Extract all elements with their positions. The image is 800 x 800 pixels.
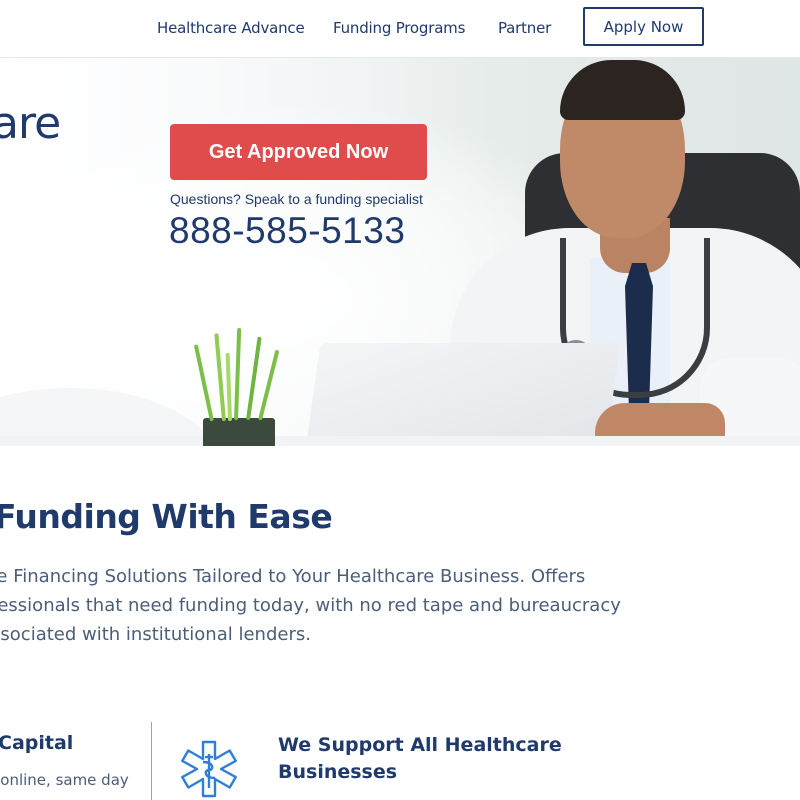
intro-line: ofessionals that need funding today, wit… — [0, 595, 621, 616]
section-title: Funding With Ease — [0, 497, 333, 536]
hero-title: are — [0, 98, 61, 149]
apply-now-button[interactable]: Apply Now — [583, 7, 704, 46]
questions-text: Questions? Speak to a funding specialist — [170, 191, 423, 207]
feature-capital-text: n online, same day — [0, 771, 129, 789]
feature-support-title-line: We Support All Healthcare — [278, 734, 562, 756]
feature-support-title-line: Businesses — [278, 761, 398, 783]
phone-number[interactable]: 888-585-5133 — [169, 210, 405, 252]
plant-pot-shape — [203, 418, 275, 446]
feature-support-title: We Support All Healthcare Businesses — [278, 732, 562, 786]
star-of-life-icon — [181, 740, 237, 798]
feature-capital-title: Capital — [0, 732, 74, 754]
desk-shape — [0, 436, 800, 446]
doctor-hair-shape — [560, 60, 685, 120]
intro-line: ble Financing Solutions Tailored to Your… — [0, 566, 586, 587]
top-navigation: Healthcare Advance Funding Programs Part… — [0, 0, 800, 58]
laptop-shape — [303, 343, 621, 446]
nav-link-healthcare-advance[interactable]: Healthcare Advance — [157, 19, 305, 37]
nav-link-funding-programs[interactable]: Funding Programs — [333, 19, 465, 37]
nav-link-partner[interactable]: Partner — [498, 19, 551, 37]
intro-line: associated with institutional lenders. — [0, 624, 311, 645]
hero-banner: are Get Approved Now Questions? Speak to… — [0, 58, 800, 446]
intro-description: ble Financing Solutions Tailored to Your… — [0, 562, 640, 649]
get-approved-button[interactable]: Get Approved Now — [170, 124, 427, 180]
feature-divider — [151, 722, 152, 800]
